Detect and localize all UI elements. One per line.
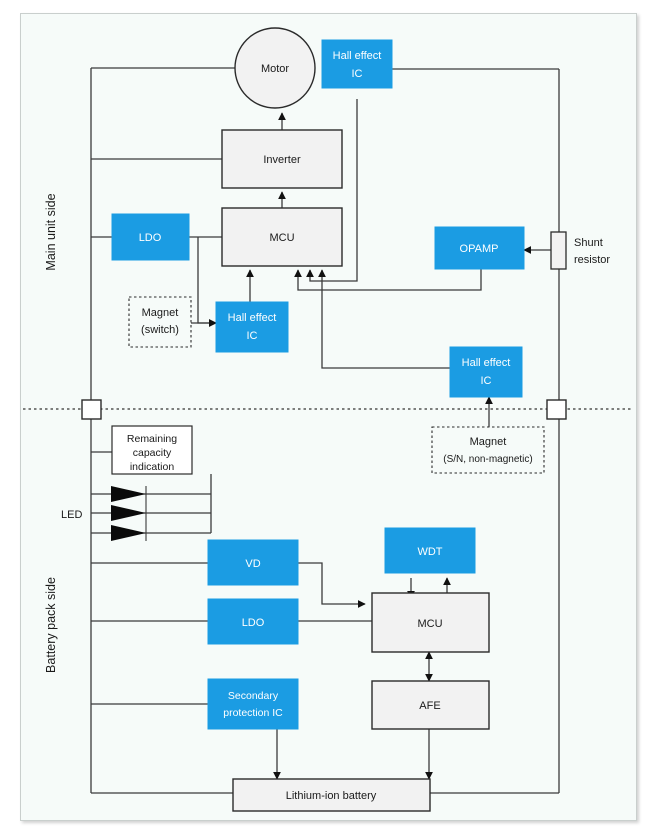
block-hall-effect-switch[interactable]: Hall effect IC [215, 301, 289, 353]
magnet-switch-line2: (switch) [141, 324, 179, 336]
shunt-resistor-line1: Shunt [574, 237, 603, 249]
block-magnet-sn[interactable]: Magnet (S/N, non-magnetic) [431, 426, 545, 474]
block-vd[interactable]: VD [207, 539, 299, 586]
block-hall-effect-top[interactable]: Hall effect IC [321, 39, 393, 89]
block-opamp[interactable]: OPAMP [434, 226, 525, 270]
wire-vd-to-mcu [298, 562, 366, 608]
block-motor-label: Motor [261, 63, 289, 75]
wire-hall-bottom-to-mcu [318, 269, 450, 369]
section-label-main-unit: Main unit side [44, 193, 58, 270]
block-mcu-main-label: MCU [269, 232, 294, 244]
block-hall-top-line2: IC [352, 68, 363, 80]
block-ldo-main-label: LDO [139, 232, 162, 244]
led-icon [111, 505, 146, 521]
block-vd-label: VD [245, 558, 260, 570]
diagram-page: Motor Hall effect IC Inverter MCU LDO OP… [0, 0, 655, 832]
block-hall-effect-bottom[interactable]: Hall effect IC [449, 346, 523, 398]
block-diagram-svg: Motor Hall effect IC Inverter MCU LDO OP… [23, 27, 632, 812]
block-inverter-label: Inverter [263, 154, 301, 166]
block-wdt[interactable]: WDT [384, 527, 476, 574]
magnet-switch-line1: Magnet [142, 307, 179, 319]
hall-switch-line1: Hall effect [228, 312, 277, 324]
block-ldo-pack-label: LDO [242, 617, 265, 629]
block-hall-top-line1: Hall effect [333, 50, 382, 62]
magnet-sn-line1: Magnet [470, 436, 507, 448]
magnet-sn-line2: (S/N, non-magnetic) [443, 454, 532, 465]
block-inverter[interactable]: Inverter [221, 129, 343, 189]
connector-right[interactable] [546, 399, 567, 420]
block-afe-label: AFE [419, 700, 440, 712]
block-ldo-pack[interactable]: LDO [207, 598, 299, 645]
led-icon [111, 525, 146, 541]
led-group [111, 486, 146, 541]
block-secondary-protection[interactable]: Secondary protection IC [207, 678, 299, 730]
secondary-line1: Secondary [228, 690, 279, 702]
remaining-line3: indication [130, 461, 175, 473]
wire-ldo-to-hall-switch [197, 237, 217, 327]
remaining-line1: Remaining [127, 433, 177, 445]
block-battery-label: Lithium-ion battery [286, 790, 377, 802]
connector-left[interactable] [81, 399, 102, 420]
section-label-battery-pack: Battery pack side [44, 577, 58, 673]
led-icon [111, 486, 146, 502]
led-label: LED [61, 509, 82, 521]
block-wdt-label: WDT [417, 546, 442, 558]
block-opamp-label: OPAMP [460, 243, 499, 255]
block-afe[interactable]: AFE [371, 680, 490, 730]
block-magnet-switch[interactable]: Magnet (switch) [128, 296, 192, 348]
hall-bottom-line2: IC [481, 375, 492, 387]
block-remaining-capacity[interactable]: Remaining capacity indication [111, 425, 193, 475]
block-mcu-main[interactable]: MCU [221, 207, 343, 267]
wire-opamp-to-mcu [294, 269, 482, 291]
hall-bottom-line1: Hall effect [462, 357, 511, 369]
block-ldo-main[interactable]: LDO [111, 213, 190, 261]
secondary-line2: protection IC [223, 707, 283, 719]
block-mcu-pack[interactable]: MCU [371, 592, 490, 653]
block-mcu-pack-label: MCU [417, 618, 442, 630]
block-shunt-resistor[interactable]: Shunt resistor [550, 231, 610, 270]
block-battery[interactable]: Lithium-ion battery [232, 778, 431, 812]
remaining-line2: capacity [133, 447, 172, 459]
shunt-resistor-line2: resistor [574, 254, 610, 266]
hall-switch-line2: IC [247, 330, 258, 342]
block-motor[interactable]: Motor [234, 27, 316, 109]
connector-group [81, 399, 567, 420]
